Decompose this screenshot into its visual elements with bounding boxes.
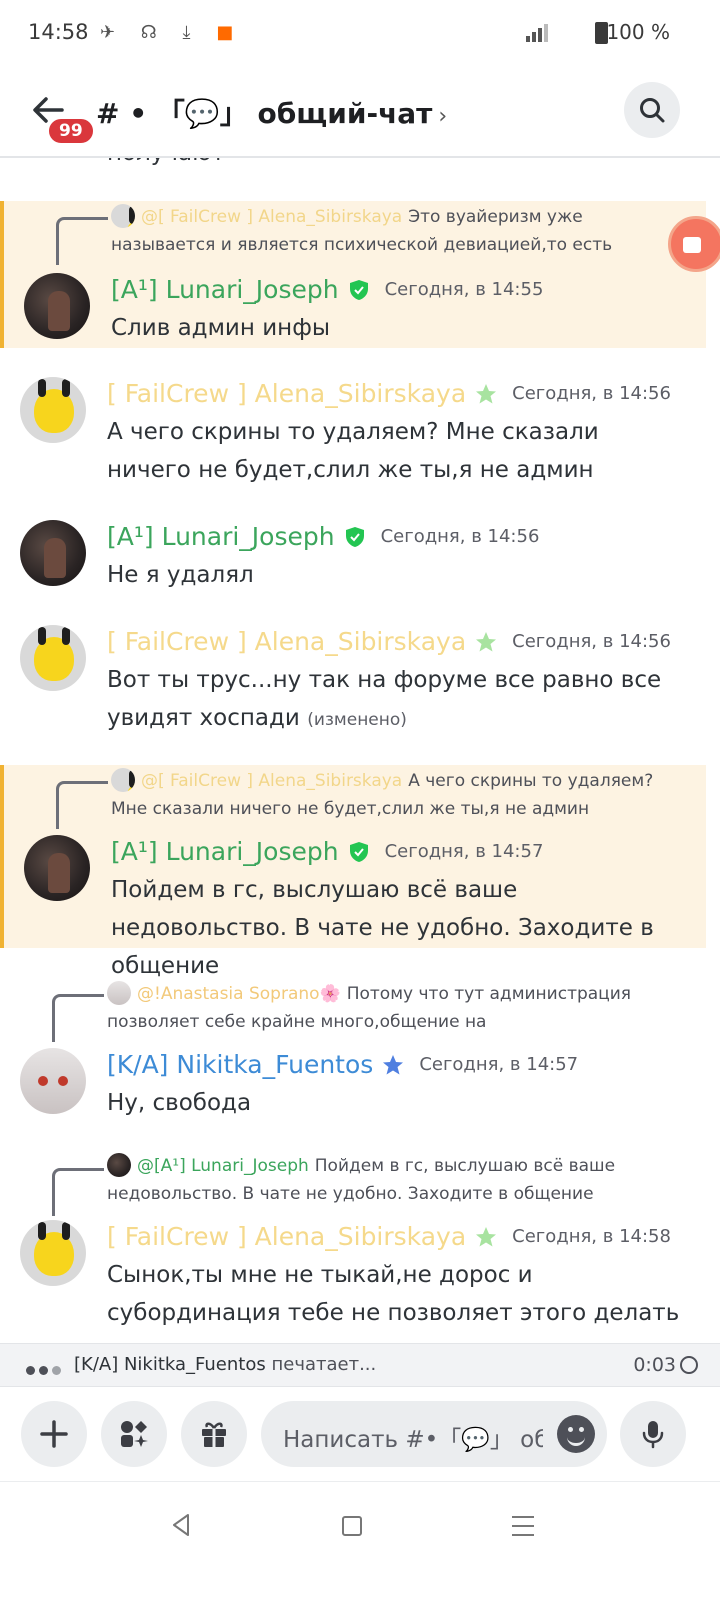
- system-nav-bar: [0, 1482, 720, 1600]
- avatar[interactable]: [20, 377, 86, 443]
- chevron-right-icon: ›: [438, 104, 448, 129]
- reply-avatar: [107, 1153, 131, 1177]
- reply-connector: [52, 1168, 104, 1216]
- timestamp: Сегодня, в 14:56: [512, 383, 671, 404]
- channel-title: # • 「💬」 общий-чат: [96, 97, 433, 130]
- edited-label: (изменено): [307, 710, 407, 730]
- timestamp: Сегодня, в 14:55: [384, 279, 544, 300]
- message-item[interactable]: @[A¹] Lunari_Joseph Пойдем в гс, выслушаю…: [0, 1152, 706, 1343]
- search-icon: [640, 98, 665, 123]
- avatar[interactable]: [20, 625, 86, 691]
- message-text: Не я удалял: [107, 562, 254, 588]
- microphone-icon: [642, 1421, 664, 1449]
- timestamp: Сегодня, в 14:56: [380, 526, 540, 547]
- star-role-icon: [476, 1226, 497, 1246]
- video-call-bubble[interactable]: [668, 216, 720, 272]
- reply-connector: [56, 217, 108, 265]
- channel-header: 99 # • 「💬」 общий-чат ›: [0, 70, 720, 158]
- star-role-icon: [476, 383, 497, 403]
- username[interactable]: [ FailCrew ] Alena_Sibirskaya: [107, 379, 466, 408]
- avatar[interactable]: [20, 1048, 86, 1114]
- reply-preview[interactable]: @[ FailCrew ] Alena_Sibirskaya А чего скр…: [111, 767, 678, 823]
- username[interactable]: [A¹] Lunari_Joseph: [107, 522, 335, 551]
- message-text: А чего скрины то удаляем? Мне сказали ни…: [107, 419, 599, 483]
- message-item[interactable]: [ FailCrew ] Alena_Sibirskaya Сегодня, в …: [0, 621, 706, 746]
- emoji-icon[interactable]: [557, 1415, 595, 1453]
- timer-icon: [680, 1356, 698, 1374]
- message-item[interactable]: @!Anastasia Soprano🌸 Потому что тут админ…: [0, 978, 706, 1118]
- shield-role-icon: [349, 841, 368, 862]
- message-item[interactable]: @[ FailCrew ] Alena_Sibirskaya Это вуайер…: [0, 201, 706, 348]
- typing-user: [K/A] Nikitka_Fuentos: [74, 1354, 266, 1375]
- add-attachment-button[interactable]: [21, 1401, 87, 1467]
- username[interactable]: [A¹] Lunari_Joseph: [111, 837, 339, 866]
- message-input-placeholder: Написать #•「💬」 общий-чат: [283, 1427, 543, 1453]
- reply-author: @[ FailCrew ] Alena_Sibirskaya: [141, 207, 403, 227]
- timestamp: Сегодня, в 14:56: [512, 631, 671, 652]
- gift-button[interactable]: [181, 1401, 247, 1467]
- shield-role-icon: [349, 279, 368, 300]
- reply-preview[interactable]: @[A¹] Lunari_Joseph Пойдем в гс, выслушаю…: [107, 1152, 678, 1208]
- unread-badge: 99: [46, 116, 96, 146]
- message-text: Ну, свобода: [107, 1090, 252, 1116]
- avatar[interactable]: [20, 520, 86, 586]
- search-button[interactable]: [624, 82, 680, 138]
- username[interactable]: [ FailCrew ] Alena_Sibirskaya: [107, 627, 466, 656]
- apps-button[interactable]: [101, 1401, 167, 1467]
- slowmode-timer: 0:03: [633, 1354, 676, 1376]
- message-item[interactable]: получают: [0, 158, 706, 188]
- voice-message-button[interactable]: [620, 1401, 686, 1467]
- reply-avatar: [111, 204, 135, 228]
- star-role-icon: [383, 1054, 404, 1074]
- typing-dots-icon: [26, 1360, 65, 1379]
- apps-icon: [121, 1421, 148, 1447]
- message-text: Вот ты трус...ну так на форуме все равно…: [107, 661, 686, 739]
- message-item[interactable]: @[ FailCrew ] Alena_Sibirskaya А чего скр…: [0, 765, 706, 979]
- reply-author: @[ FailCrew ] Alena_Sibirskaya: [141, 771, 403, 791]
- nav-back-icon[interactable]: [170, 1512, 192, 1538]
- reply-connector: [52, 994, 104, 1042]
- username[interactable]: [A¹] Lunari_Joseph: [111, 275, 339, 304]
- message-text: Пойдем в гс, выслушаю всё ваше недовольс…: [111, 877, 654, 979]
- status-bar: 14:58 ✈ ☊ ⤓ ■ 100 %: [0, 0, 720, 70]
- nav-home-icon[interactable]: [342, 1516, 362, 1536]
- timestamp: Сегодня, в 14:57: [384, 841, 544, 862]
- message-text: Сынок,ты мне не тыкай,не дорос и суборди…: [107, 1262, 680, 1326]
- reply-avatar: [107, 981, 131, 1005]
- channel-title-button[interactable]: # • 「💬」 общий-чат ›: [96, 92, 447, 132]
- notification-icons: ✈ ☊ ⤓ ■: [100, 22, 244, 43]
- battery-percent: 100 %: [606, 20, 670, 44]
- message-item[interactable]: [ FailCrew ] Alena_Sibirskaya Сегодня, в …: [0, 373, 706, 498]
- typing-indicator: [K/A] Nikitka_Fuentos печатает... 0:03: [0, 1343, 720, 1387]
- message-text: Слив админ инфы: [111, 315, 331, 341]
- message-text: получают: [107, 158, 225, 166]
- typing-suffix: печатает...: [271, 1354, 377, 1375]
- message-input[interactable]: Написать #•「💬」 общий-чат: [261, 1401, 607, 1467]
- reply-avatar: [111, 768, 135, 792]
- shield-role-icon: [345, 526, 364, 547]
- avatar[interactable]: [20, 1220, 86, 1286]
- star-role-icon: [476, 631, 497, 651]
- timestamp: Сегодня, в 14:57: [419, 1054, 579, 1075]
- status-time: 14:58: [28, 20, 89, 44]
- timestamp: Сегодня, в 14:58: [512, 1226, 671, 1247]
- plus-icon: [40, 1420, 68, 1448]
- avatar[interactable]: [24, 273, 90, 339]
- gift-icon: [202, 1422, 226, 1447]
- message-composer: Написать #•「💬」 общий-чат: [0, 1387, 720, 1482]
- username[interactable]: [K/A] Nikitka_Fuentos: [107, 1050, 373, 1079]
- reply-author: @[A¹] Lunari_Joseph: [137, 1156, 309, 1176]
- avatar[interactable]: [24, 835, 90, 901]
- reply-preview[interactable]: @[ FailCrew ] Alena_Sibirskaya Это вуайер…: [111, 203, 678, 259]
- nav-recents-icon[interactable]: [512, 1516, 534, 1536]
- message-list[interactable]: получают @[ FailCrew ] Alena_SibirskayaЭ…: [0, 158, 720, 1343]
- reply-preview[interactable]: @!Anastasia Soprano🌸 Потому что тут админ…: [107, 980, 678, 1036]
- reply-connector: [56, 781, 108, 829]
- username[interactable]: [ FailCrew ] Alena_Sibirskaya: [107, 1222, 466, 1251]
- reply-author: @!Anastasia Soprano🌸: [137, 984, 341, 1004]
- signal-icon: [526, 24, 552, 42]
- message-item[interactable]: [A¹] Lunari_Joseph Сегодня, в 14:56 Не я …: [0, 516, 706, 596]
